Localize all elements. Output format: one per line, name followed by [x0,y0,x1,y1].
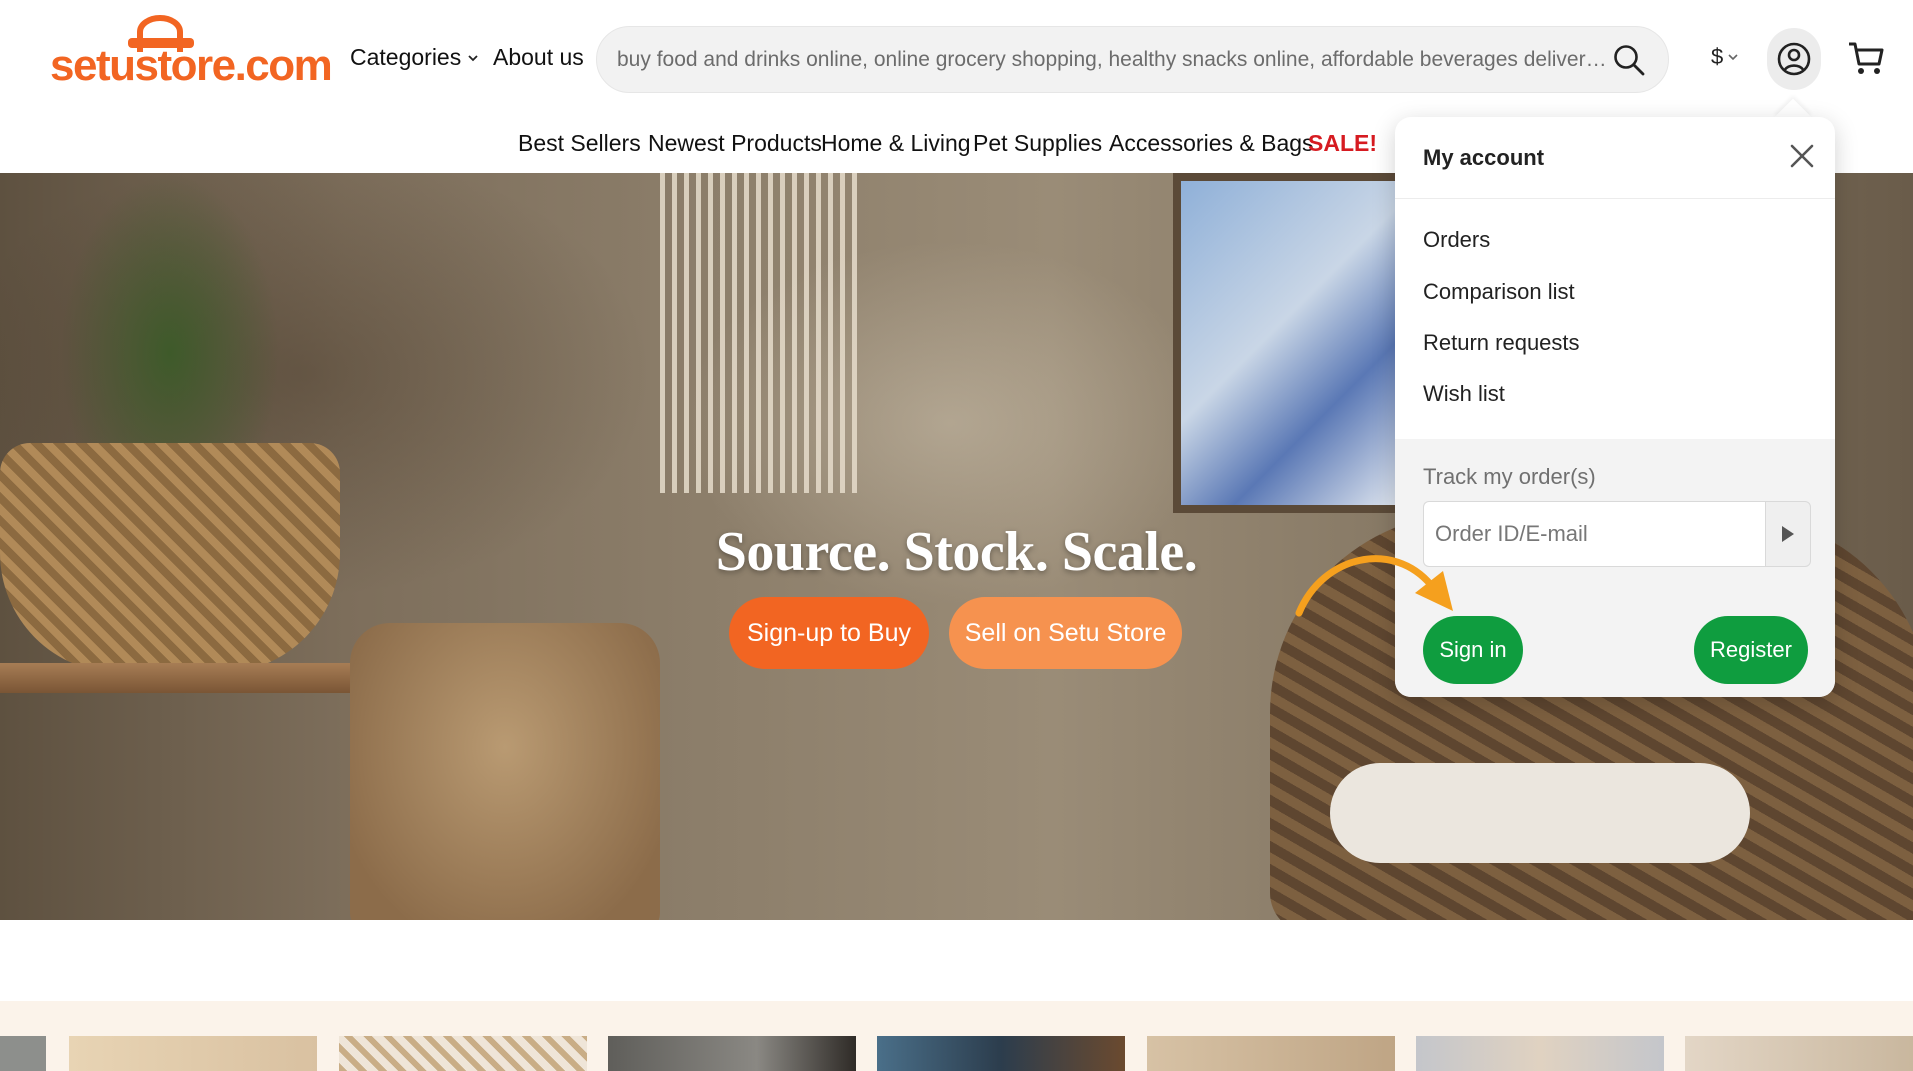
nav-pet-supplies[interactable]: Pet Supplies [973,130,1102,157]
nav-home-living[interactable]: Home & Living [821,130,971,157]
chevron-down-icon [1728,54,1738,61]
nav-newest-products[interactable]: Newest Products [648,130,822,157]
account-menu-comparison-list[interactable]: Comparison list [1423,279,1575,305]
category-thumbnail[interactable] [877,1036,1125,1071]
search-input[interactable] [617,27,1607,92]
category-thumbnail[interactable] [1685,1036,1913,1071]
signup-to-buy-button[interactable]: Sign-up to Buy [729,597,929,669]
cart-icon[interactable] [1846,38,1886,78]
order-id-email-input[interactable] [1423,501,1765,567]
site-logo[interactable]: setustore.com [50,14,333,96]
category-thumbnails-strip [0,1001,1913,1071]
nav-sale[interactable]: SALE! [1308,130,1377,157]
search-icon[interactable] [1612,43,1646,77]
hero-sack-decor [350,623,660,920]
nav-categories-label: Categories [350,44,462,70]
account-menu-wish-list[interactable]: Wish list [1423,381,1505,407]
category-thumbnail[interactable] [608,1036,856,1071]
track-order-label: Track my order(s) [1423,464,1596,489]
nav-best-sellers[interactable]: Best Sellers [518,130,641,157]
account-menu-orders[interactable]: Orders [1423,227,1490,253]
search-bar [596,26,1669,93]
sell-on-setu-store-button[interactable]: Sell on Setu Store [949,597,1182,669]
sign-in-button[interactable]: Sign in [1423,616,1523,684]
currency-label: $ [1711,44,1724,69]
category-thumbnail[interactable] [1416,1036,1664,1071]
user-circle-icon [1777,42,1811,76]
hero-cushion-decor [1330,763,1750,863]
hero-painting-decor [1173,173,1403,513]
category-thumbnail[interactable] [339,1036,587,1071]
category-thumbnail[interactable] [0,1036,46,1071]
chevron-down-icon [468,54,478,61]
category-thumbnail[interactable] [69,1036,317,1071]
hero-macrame-decor [660,173,860,493]
logo-text: setustore.com [50,41,333,90]
nav-categories[interactable]: Categories [350,44,479,71]
nav-accessories-bags[interactable]: Accessories & Bags [1109,130,1314,157]
play-arrow-icon [1782,526,1794,542]
account-dropdown-title: My account [1423,145,1545,170]
hero-plant-decor [60,173,280,473]
close-icon[interactable] [1787,141,1817,171]
pointer-arrow-icon [1295,555,1453,617]
account-button[interactable] [1767,28,1821,90]
currency-selector[interactable]: $ [1711,44,1739,70]
account-menu-return-requests[interactable]: Return requests [1423,330,1580,356]
nav-about-us[interactable]: About us [493,44,584,71]
category-thumbnail[interactable] [1147,1036,1395,1071]
track-order-submit-button[interactable] [1765,501,1811,567]
account-dropdown-header: My account [1395,117,1835,199]
nav-about-label: About us [493,44,584,70]
register-button[interactable]: Register [1694,616,1808,684]
